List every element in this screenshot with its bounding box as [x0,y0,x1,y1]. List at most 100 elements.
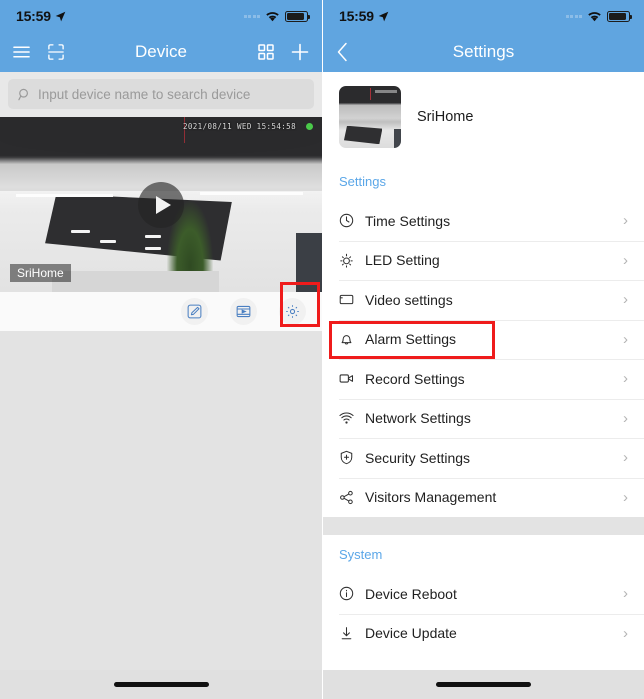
alarm-settings-highlight-box [329,320,495,359]
home-indicator-left [0,670,322,699]
status-bar-right: 15:59 [323,0,644,32]
settings-row-led-setting[interactable]: LED Setting › [323,240,644,280]
edit-device-button[interactable] [181,298,208,325]
nav-bar-right: Settings [323,32,644,72]
battery-icon [285,10,310,22]
playback-button[interactable] [230,298,257,325]
led-bulb-icon [339,253,365,268]
chevron-right-icon: › [623,370,628,388]
online-status-dot [306,123,313,130]
section-label-system: System [339,547,383,562]
status-indicators-right [565,10,632,22]
signal-dots-icon [565,14,582,18]
device-settings-button[interactable] [279,298,306,325]
wifi-icon [266,11,279,21]
camcorder-icon [339,371,365,386]
chevron-right-icon: › [623,449,628,467]
chevron-right-icon: › [623,251,628,269]
section-label-settings: Settings [339,174,386,189]
chevron-right-icon: › [623,624,628,642]
settings-row-visitors-management[interactable]: Visitors Management › [323,477,644,517]
camera-preview[interactable]: 2021/08/11 WED 15:54:58 SriHome [0,117,322,292]
back-button[interactable] [336,42,349,62]
status-time-text: 15:59 [339,8,374,24]
share-nodes-icon [339,490,365,505]
settings-row-time-settings[interactable]: Time Settings › [323,201,644,241]
pencil-edit-icon [187,304,202,319]
video-frame-icon [339,292,365,307]
grid-view-icon[interactable] [258,44,274,60]
preview-device-name: SriHome [10,264,71,282]
settings-screen: 15:59 Settings SriHome Settings Time Set… [322,0,644,699]
chevron-right-icon: › [623,488,628,506]
plus-icon[interactable] [291,43,309,61]
settings-row-video-settings[interactable]: Video settings › [323,280,644,320]
camera-snapshot-thumbnail [339,86,401,148]
settings-row-security-settings[interactable]: Security Settings › [323,438,644,478]
search-icon [18,88,28,100]
preview-light-strip-right [199,192,303,195]
status-time-left: 15:59 [16,8,66,24]
settings-row-label: Visitors Management [365,489,497,506]
device-name: SriHome [417,109,474,125]
wifi-icon [339,412,365,425]
clock-icon [339,213,365,228]
preview-light-1 [70,229,91,233]
wifi-icon [588,11,601,21]
qr-scan-icon[interactable] [48,44,64,60]
preview-light-4 [144,247,161,250]
home-indicator-right [323,670,644,699]
status-indicators-left [243,10,310,22]
status-bar-left: 15:59 [0,0,322,32]
settings-row-label: Device Reboot [365,585,457,602]
device-list-screen: 15:59 Device Input device name to search… [0,0,322,699]
status-time-text: 15:59 [16,8,51,24]
device-card: 2021/08/11 WED 15:54:58 SriHome [0,117,322,331]
settings-row-label: Time Settings [365,212,451,229]
preview-side-wall [296,232,322,292]
settings-row-network-settings[interactable]: Network Settings › [323,398,644,438]
chevron-right-icon: › [623,585,628,603]
chevron-right-icon: › [623,330,628,348]
play-icon[interactable] [138,181,184,228]
video-playback-icon [236,305,251,318]
preview-light-3 [144,234,161,238]
settings-row-label: Network Settings [365,410,471,427]
preview-counter [51,271,219,292]
device-header: SriHome [323,72,644,158]
location-arrow-icon [55,11,66,21]
dual-screenshot-container: 15:59 Device Input device name to search… [0,0,644,699]
search-bar-container: Input device name to search device [0,72,322,117]
chevron-left-icon [337,42,347,62]
settings-row-label: Device Update [365,625,457,642]
left-empty-area [0,367,322,670]
info-circle-icon [339,586,365,601]
chevron-right-icon: › [623,409,628,427]
settings-row-label: LED Setting [365,252,440,269]
search-placeholder: Input device name to search device [38,86,251,102]
nav-bar-left: Device [0,32,322,72]
preview-light-strip-left [16,194,113,197]
location-arrow-icon [378,11,389,21]
settings-row-record-settings[interactable]: Record Settings › [323,359,644,399]
battery-icon [607,10,632,22]
chevron-right-icon: › [623,291,628,309]
search-input[interactable]: Input device name to search device [8,79,314,109]
status-time-right: 15:59 [339,8,389,24]
settings-row-label: Security Settings [365,449,471,466]
gear-icon [286,305,299,318]
settings-row-label: Record Settings [365,370,465,387]
page-title-right: Settings [452,42,515,61]
settings-content: SriHome Settings Time Settings › LED Set… [323,72,644,699]
settings-row-device-reboot[interactable]: Device Reboot › [323,574,644,614]
settings-row-alarm-settings[interactable]: Alarm Settings › [323,319,644,359]
signal-dots-icon [243,14,260,18]
settings-row-device-update[interactable]: Device Update › [323,613,644,653]
preview-light-2 [99,240,116,243]
hamburger-menu-icon[interactable] [13,45,30,59]
download-arrow-icon [339,626,365,641]
shield-plus-icon [339,450,365,465]
settings-row-label: Video settings [365,291,453,308]
chevron-right-icon: › [623,212,628,230]
preview-timestamp: 2021/08/11 WED 15:54:58 [182,122,296,131]
